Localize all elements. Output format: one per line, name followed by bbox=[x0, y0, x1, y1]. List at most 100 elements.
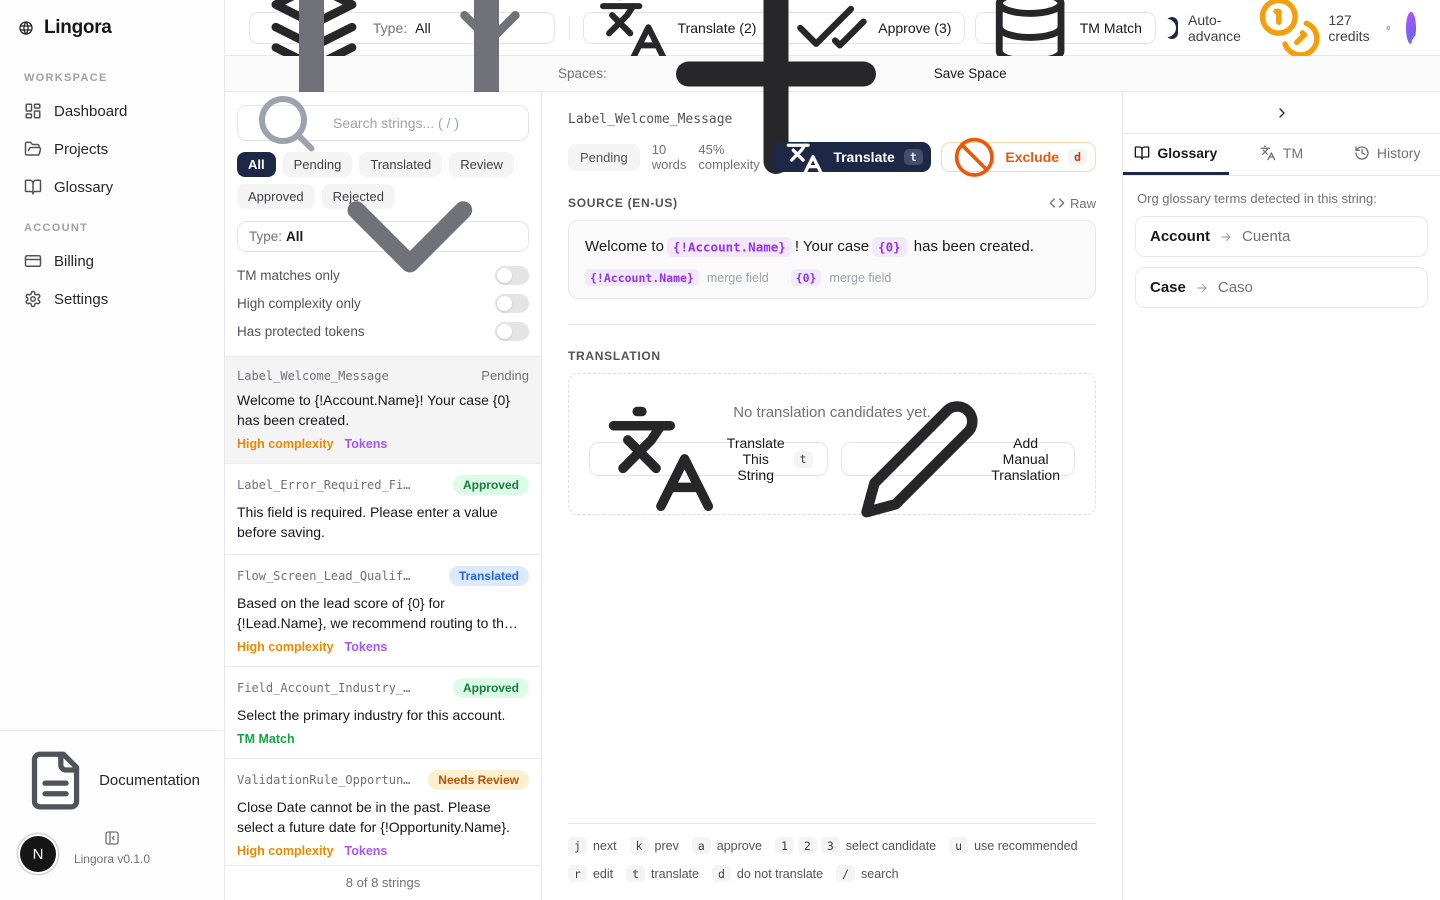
kbd-/: / bbox=[836, 865, 855, 882]
shortcut-label: approve bbox=[717, 839, 762, 853]
notifications-bell-icon[interactable] bbox=[1386, 20, 1391, 36]
user-avatar[interactable] bbox=[1406, 12, 1416, 44]
shortcut-hint: u use recommended bbox=[949, 837, 1077, 854]
raw-toggle-button[interactable]: Raw bbox=[1049, 195, 1096, 211]
sidebar-item-dashboard[interactable]: Dashboard bbox=[0, 92, 224, 130]
tag-tokens: Tokens bbox=[345, 640, 388, 654]
sidebar-bottom: N Lingora v0.1.0 bbox=[0, 828, 224, 890]
list-item-header: Field_Account_Industry_…Approved bbox=[237, 678, 529, 698]
string-editor: Label_Welcome_Message Pending 10 words 4… bbox=[542, 92, 1122, 900]
tag-tokens: Tokens bbox=[345, 437, 388, 451]
string-preview-text: Welcome to {!Account.Name}! Your case {0… bbox=[237, 390, 529, 430]
translate-this-string-button[interactable]: Translate This String t bbox=[589, 442, 828, 476]
toggle-switch[interactable] bbox=[495, 322, 529, 341]
side-panel-tabs: GlossaryTMHistory bbox=[1123, 134, 1440, 176]
collapse-panel-button[interactable] bbox=[1123, 92, 1440, 134]
shortcut-keys: / bbox=[836, 865, 855, 882]
translate-label: Translate bbox=[833, 149, 894, 165]
chevron-right-icon bbox=[1274, 105, 1290, 121]
documentation-label: Documentation bbox=[99, 772, 200, 789]
source-token: {!Account.Name} bbox=[667, 237, 792, 257]
sidebar-item-label: Settings bbox=[54, 291, 108, 308]
glossary-term-card[interactable]: Case Caso bbox=[1135, 267, 1428, 308]
kbd-1: 1 bbox=[775, 837, 794, 854]
filter-chip-all[interactable]: All bbox=[237, 152, 276, 177]
shortcut-keys: u bbox=[949, 837, 968, 854]
toggle-switch[interactable] bbox=[495, 266, 529, 285]
sidebar-item-label: Projects bbox=[54, 141, 108, 158]
shortcut-keys: t bbox=[626, 865, 645, 882]
shortcut-label: translate bbox=[651, 867, 699, 881]
glossary-term-card[interactable]: AccountCuenta bbox=[1135, 216, 1428, 257]
string-list-item[interactable]: Label_Error_Required_Fi…ApprovedThis fie… bbox=[225, 464, 541, 555]
sidebar-item-settings[interactable]: Settings bbox=[0, 280, 224, 318]
sidebar-item-glossary[interactable]: Glossary bbox=[0, 168, 224, 206]
tag-tokens: Tokens bbox=[345, 844, 388, 858]
token-legend: {!Account.Name}merge field{0}merge field bbox=[585, 269, 1079, 286]
string-count-footer: 8 of 8 strings bbox=[225, 865, 541, 900]
source-text: Welcome to{!Account.Name}! Your case{0} … bbox=[585, 234, 1079, 260]
type-select-value: All bbox=[286, 229, 303, 244]
shortcut-label: use recommended bbox=[974, 839, 1078, 853]
string-list-item[interactable]: Flow_Screen_Lead_Qualif…TranslatedBased … bbox=[225, 555, 541, 667]
string-preview-text: Close Date cannot be in the past. Please… bbox=[237, 797, 529, 837]
string-preview-text: Based on the lead score of {0} for {!Lea… bbox=[237, 593, 529, 633]
translate-icon bbox=[604, 402, 718, 516]
translate-this-label: Translate This String bbox=[727, 435, 785, 483]
legend-token: {0} bbox=[791, 269, 822, 286]
nav-section-label: WORKSPACE bbox=[0, 56, 224, 92]
tag-tm-match: TM Match bbox=[237, 732, 295, 746]
list-item-header: ValidationRule_Opportun…Needs Review bbox=[237, 770, 529, 790]
legend-token: {!Account.Name} bbox=[585, 269, 699, 286]
collapse-sidebar-icon[interactable] bbox=[104, 830, 120, 846]
shortcut-keys: j bbox=[568, 837, 587, 854]
source-section-label: SOURCE (EN-US) bbox=[568, 196, 678, 210]
kbd-2: 2 bbox=[798, 837, 817, 854]
translate-string-button[interactable]: Translate t bbox=[772, 142, 931, 172]
shortcut-hint: aapprove bbox=[692, 837, 762, 854]
sidebar-item-billing[interactable]: Billing bbox=[0, 242, 224, 280]
term-target: Caso bbox=[1218, 279, 1253, 296]
shortcut-hint: /search bbox=[836, 865, 898, 882]
sidebar-item-label: Billing bbox=[54, 253, 94, 270]
kbd-t: t bbox=[626, 865, 645, 882]
glossary-term-list: AccountCuenta Case Caso bbox=[1135, 216, 1428, 308]
languages-icon bbox=[1260, 145, 1276, 161]
status-badge: Approved bbox=[453, 475, 529, 495]
string-list-item[interactable]: Field_Account_Industry_…Approved Select t… bbox=[225, 667, 541, 759]
type-filter-select[interactable]: Type:All bbox=[237, 221, 529, 252]
term-source: Case bbox=[1150, 279, 1186, 296]
tab-glossary[interactable]: Glossary bbox=[1123, 134, 1229, 175]
app-root: Lingora WORKSPACEDashboardProjectsGlossa… bbox=[0, 0, 1440, 900]
source-text-segment: Welcome to bbox=[585, 238, 664, 255]
tab-tm[interactable]: TM bbox=[1229, 134, 1335, 175]
string-key: Label_Error_Required_Fi… bbox=[237, 478, 410, 492]
string-preview-text: Select the primary industry for this acc… bbox=[237, 705, 529, 725]
add-manual-translation-button[interactable]: Add Manual Translation bbox=[841, 442, 1075, 476]
complexity-value: 45% complexity bbox=[698, 142, 759, 172]
shortcut-keys: r bbox=[568, 865, 587, 882]
shortcut-keys: d bbox=[712, 865, 731, 882]
kbd-3: 3 bbox=[821, 837, 840, 854]
string-list-item[interactable]: ValidationRule_Opportun…Needs Review Clos… bbox=[225, 759, 541, 865]
shortcut-label: next bbox=[593, 839, 617, 853]
sidebar-item-label: Glossary bbox=[54, 179, 113, 196]
sidebar-item-projects[interactable]: Projects bbox=[0, 130, 224, 168]
toggle-switch[interactable] bbox=[495, 294, 529, 313]
auto-advance-toggle[interactable] bbox=[1166, 17, 1178, 39]
context-side-panel: GlossaryTMHistory Org glossary terms det… bbox=[1122, 92, 1440, 900]
sidebar-item-documentation[interactable]: Documentation bbox=[0, 739, 224, 822]
tag-high-complexity: High complexity bbox=[237, 844, 334, 858]
tab-history[interactable]: History bbox=[1334, 134, 1440, 175]
folder-icon bbox=[24, 140, 42, 158]
string-key-title: Label_Welcome_Message bbox=[568, 112, 1096, 127]
word-count: 10 words bbox=[652, 142, 687, 172]
shortcut-hint: redit bbox=[568, 865, 613, 882]
string-list-item[interactable]: Label_Welcome_MessagePendingWelcome to {… bbox=[225, 357, 541, 464]
exclude-string-button[interactable]: Exclude d bbox=[941, 142, 1096, 172]
gear-icon bbox=[24, 290, 42, 308]
book-icon bbox=[24, 178, 42, 196]
kbd-t: t bbox=[904, 149, 923, 165]
status-text: Pending bbox=[481, 368, 529, 383]
status-badge: Translated bbox=[449, 566, 529, 586]
